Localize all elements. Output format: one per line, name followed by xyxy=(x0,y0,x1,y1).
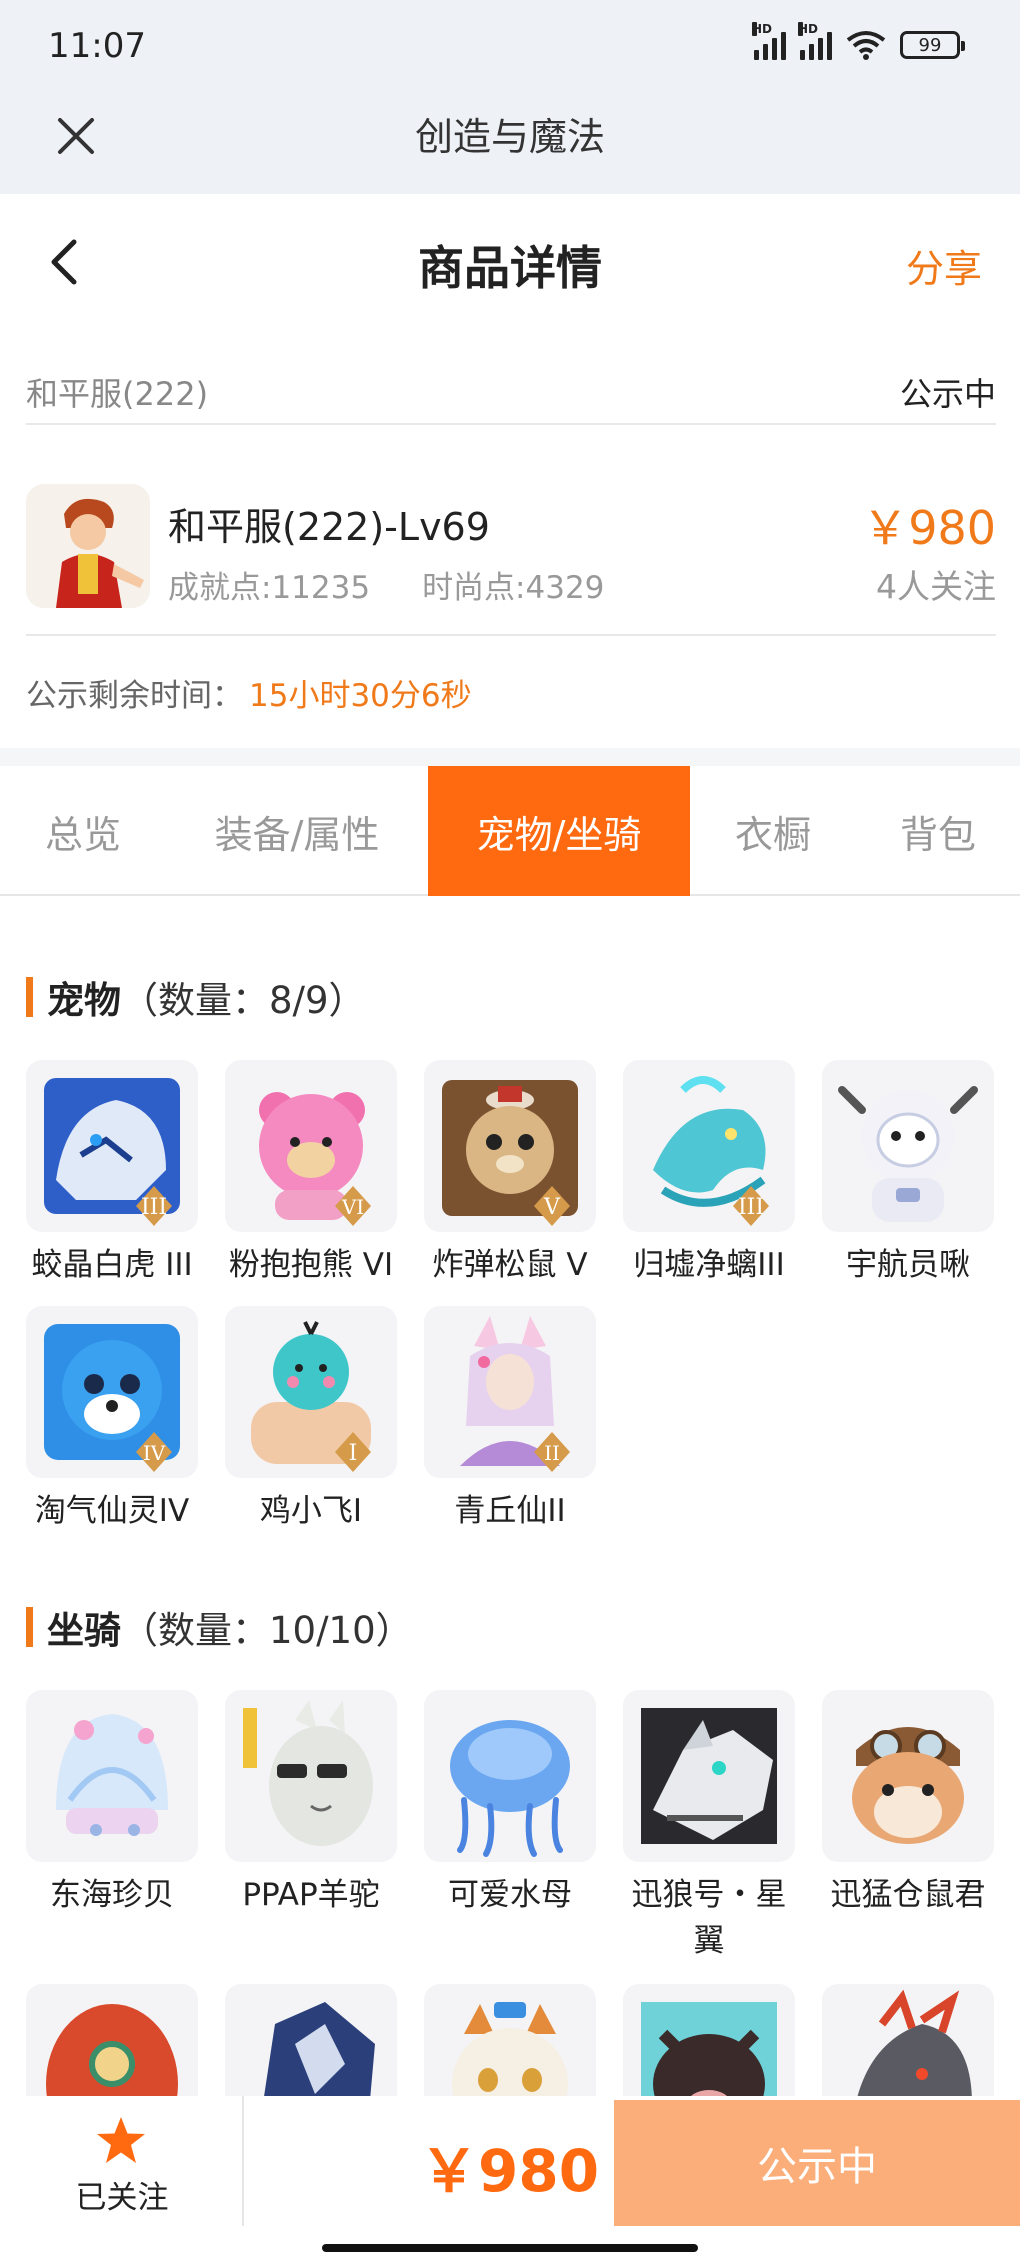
pet-name: 宇航员啾 xyxy=(846,1247,970,1283)
battery-icon: 99 xyxy=(900,31,965,59)
pet-name: 蛟晶白虎 III xyxy=(31,1247,193,1283)
mount-name: 东海珍贝 xyxy=(50,1877,174,1913)
pet-item[interactable]: VI 粉抱抱熊 VI xyxy=(225,1060,397,1288)
home-indicator[interactable] xyxy=(322,2244,698,2252)
pet-item[interactable]: II 青丘仙II xyxy=(424,1306,596,1534)
star-icon xyxy=(97,2117,145,2163)
mount-thumbnail xyxy=(225,1690,397,1862)
pet-thumbnail: VI xyxy=(225,1060,397,1232)
item-price: ￥980 xyxy=(862,501,996,555)
pet-name: 淘气仙灵IV xyxy=(34,1493,190,1529)
mount-thumbnail xyxy=(623,1690,795,1862)
pet-thumbnail: II xyxy=(424,1306,596,1478)
status-badge: 公示中 xyxy=(899,375,996,413)
pet-item[interactable]: V 炸弹松鼠 V xyxy=(424,1060,596,1288)
status-bar: 11:07 HD HD 99 xyxy=(0,0,1020,90)
tab-backpack[interactable]: 背包 xyxy=(856,766,1020,896)
signal-icon: HD xyxy=(798,22,832,60)
divider xyxy=(0,748,1020,766)
pet-thumbnail: V xyxy=(424,1060,596,1232)
svg-text:VI: VI xyxy=(341,1195,364,1219)
pet-thumbnail xyxy=(822,1060,994,1232)
fashion-points: 时尚点:4329 xyxy=(422,570,605,606)
pet-item[interactable]: IV 淘气仙灵IV xyxy=(26,1306,198,1534)
pet-name: 青丘仙II xyxy=(454,1493,566,1529)
avatar xyxy=(26,484,150,608)
pets-section-title: 宠物 （数量：8/9） xyxy=(26,970,366,1024)
status-icons: HD HD 99 xyxy=(752,22,965,60)
tab-overview[interactable]: 总览 xyxy=(0,766,166,896)
mounts-section-title: 坐骑 （数量：10/10） xyxy=(26,1600,413,1654)
mount-item[interactable]: 迅猛仓鼠君 xyxy=(822,1690,994,1918)
app-title: 创造与魔法 xyxy=(414,115,605,159)
pet-name: 鸡小飞I xyxy=(259,1493,363,1529)
tab-bar: 总览 装备/属性 宠物/坐骑 衣橱 背包 xyxy=(0,766,1020,896)
svg-text:II: II xyxy=(544,1441,560,1465)
mount-thumbnail xyxy=(26,1690,198,1862)
mount-item[interactable]: 迅狼号・星翼 xyxy=(623,1690,795,1964)
svg-text:III: III xyxy=(738,1195,764,1220)
pet-item[interactable]: III 归墟净螭III xyxy=(623,1060,795,1288)
mount-name: 迅猛仓鼠君 xyxy=(830,1877,986,1913)
page-title: 商品详情 xyxy=(418,241,602,295)
follow-label: 已关注 xyxy=(75,2180,169,2216)
pet-thumbnail: I xyxy=(225,1306,397,1478)
remaining-time-label: 公示剩余时间： xyxy=(26,678,243,714)
tab-equipment[interactable]: 装备/属性 xyxy=(166,766,428,896)
mount-item[interactable]: PPAP羊驼 xyxy=(225,1690,397,1918)
mount-item[interactable]: 可爱水母 xyxy=(424,1690,596,1918)
pet-name: 粉抱抱熊 VI xyxy=(228,1247,394,1283)
bottom-price: ￥980 xyxy=(420,2137,600,2205)
pet-thumbnail: IV xyxy=(26,1306,198,1478)
pet-item[interactable]: I 鸡小飞I xyxy=(225,1306,397,1534)
svg-text:III: III xyxy=(141,1195,167,1220)
item-summary: 和平服(222)-Lv69 成就点:11235 时尚点:4329 ￥980 4人关… xyxy=(26,456,996,636)
pet-thumbnail: III xyxy=(623,1060,795,1232)
remaining-time-value: 15小时30分6秒 xyxy=(249,678,472,714)
mount-name: 迅狼号・星翼 xyxy=(631,1877,787,1959)
mount-name: PPAP羊驼 xyxy=(242,1877,380,1913)
server-name: 和平服(222) xyxy=(26,375,209,413)
mount-thumbnail xyxy=(424,1690,596,1862)
share-button[interactable]: 分享 xyxy=(906,238,982,293)
mount-thumbnail xyxy=(822,1690,994,1862)
tab-pets-mounts[interactable]: 宠物/坐骑 xyxy=(428,766,690,896)
pet-thumbnail: III xyxy=(26,1060,198,1232)
bottom-action-bar: 已关注 ￥980 公示中 xyxy=(0,2096,1020,2226)
pet-name: 归墟净螭III xyxy=(633,1247,785,1283)
page-header: 商品详情 分享 xyxy=(0,194,1020,334)
pet-item[interactable]: 宇航员啾 xyxy=(822,1060,994,1288)
remaining-time: 公示剩余时间： 15小时30分6秒 xyxy=(26,670,472,715)
follower-count: 4人关注 xyxy=(876,567,996,606)
app-bar: 创造与魔法 xyxy=(0,90,1020,194)
mount-name: 可爱水母 xyxy=(448,1877,572,1913)
pet-item[interactable]: III 蛟晶白虎 III xyxy=(26,1060,198,1288)
tab-wardrobe[interactable]: 衣橱 xyxy=(690,766,856,896)
mount-item[interactable]: 东海珍贝 xyxy=(26,1690,198,1918)
follow-button[interactable]: 已关注 xyxy=(0,2096,244,2226)
item-meta: 成就点:11235 时尚点:4329 xyxy=(168,562,604,607)
wifi-icon xyxy=(846,31,886,60)
item-name: 和平服(222)-Lv69 xyxy=(168,505,490,549)
signal-icon: HD xyxy=(752,22,786,60)
svg-text:V: V xyxy=(543,1195,561,1220)
status-action-button[interactable]: 公示中 xyxy=(614,2100,1020,2226)
svg-text:I: I xyxy=(349,1441,358,1466)
achievement-points: 成就点:11235 xyxy=(168,570,371,606)
svg-text:IV: IV xyxy=(143,1441,166,1465)
pet-name: 炸弹松鼠 V xyxy=(432,1247,588,1283)
server-row: 和平服(222) 公示中 xyxy=(26,355,996,425)
status-time: 11:07 xyxy=(48,26,146,66)
